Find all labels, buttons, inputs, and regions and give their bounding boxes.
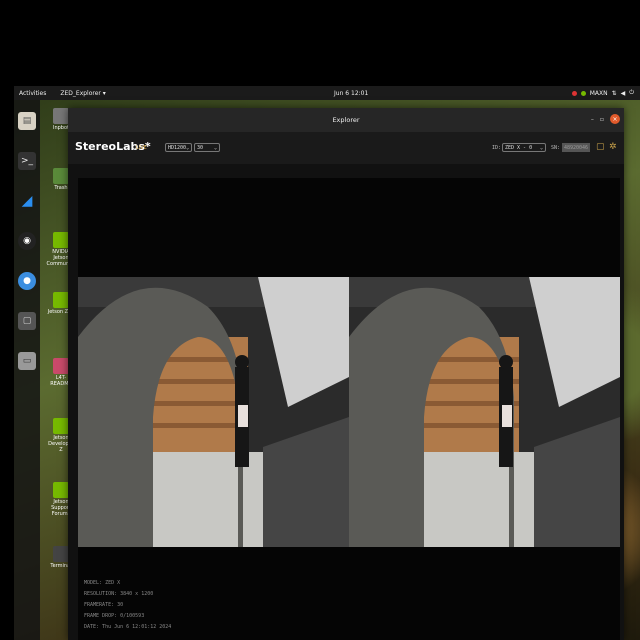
- serial-number-field: 48920046: [562, 143, 590, 152]
- nvidia-status-icon[interactable]: [571, 90, 577, 96]
- title-bar[interactable]: Explorer – ▫ ×: [68, 108, 624, 132]
- nvidia-icon: [53, 482, 69, 498]
- activities-button[interactable]: Activities: [19, 90, 46, 97]
- power-mode-label[interactable]: MAXN: [590, 90, 608, 97]
- terminal-icon: [53, 546, 69, 562]
- chromium-icon[interactable]: ●: [18, 272, 36, 290]
- minimize-icon[interactable]: –: [591, 116, 594, 123]
- info-resolution: RESOLUTION: 3840 x 1200: [84, 591, 154, 597]
- chevron-down-icon: ⌄: [186, 144, 190, 151]
- info-framerate: FRAMERATE: 30: [84, 602, 124, 608]
- volume-icon[interactable]: ◀: [621, 90, 626, 97]
- chevron-down-icon: ⌄: [539, 144, 543, 151]
- nvidia-icon: [53, 418, 69, 434]
- dock: ▤ >_ ◢ ◉ ● ▢ ▭: [14, 100, 40, 640]
- app-menu[interactable]: ZED_Explorer ▾: [60, 90, 105, 97]
- power-icon[interactable]: ⏻: [629, 89, 634, 97]
- camera-value: ZED X - 0: [505, 144, 533, 151]
- video-viewer[interactable]: MODEL: ZED X RESOLUTION: 3840 x 1200 FRA…: [78, 178, 620, 640]
- resolution-select[interactable]: HD1200 ⌄: [165, 143, 192, 152]
- folder-icon: [53, 358, 69, 374]
- trash-icon: [53, 168, 69, 184]
- drive-icon[interactable]: ▭: [18, 352, 36, 370]
- fps-select[interactable]: 30 ⌄: [194, 143, 220, 152]
- left-camera-image: [78, 277, 349, 547]
- explorer-window: Explorer – ▫ × StereoLabs* LIVE HD1200 ⌄…: [68, 108, 624, 640]
- toolbar: StereoLabs* LIVE HD1200 ⌄ 30 ⌄ ID: ZED X…: [68, 132, 624, 164]
- app-icon[interactable]: ▢: [18, 312, 36, 330]
- clock[interactable]: Jun 6 12:01: [334, 90, 368, 97]
- obs-icon[interactable]: ◉: [18, 232, 36, 250]
- info-date: DATE: Thu Jun 6 12:01:12 2024: [84, 624, 172, 630]
- id-label: ID:: [492, 145, 502, 151]
- info-frame-drop: FRAME DROP: 0/100593: [84, 613, 145, 619]
- power-mode-icon[interactable]: [580, 90, 586, 96]
- live-label[interactable]: LIVE: [136, 145, 147, 151]
- system-tray[interactable]: MAXN ⇅ ◀ ⏻: [571, 89, 634, 97]
- terminal-icon[interactable]: >_: [18, 152, 36, 170]
- stereo-view: [78, 277, 620, 547]
- files-icon[interactable]: ▤: [18, 112, 36, 130]
- chevron-down-icon: ⌄: [213, 144, 217, 151]
- vscode-icon[interactable]: ◢: [18, 192, 36, 210]
- sn-label: SN:: [551, 145, 561, 151]
- fps-value: 30: [197, 144, 204, 151]
- window-title: Explorer: [332, 116, 360, 124]
- nvidia-icon: [53, 292, 69, 308]
- gear-icon: [53, 108, 69, 124]
- camera-info: MODEL: ZED X RESOLUTION: 3840 x 1200 FRA…: [84, 578, 171, 633]
- resolution-value: HD1200: [168, 144, 187, 151]
- info-model: MODEL: ZED X: [84, 580, 121, 586]
- right-camera-image: [349, 277, 620, 547]
- network-icon[interactable]: ⇅: [612, 90, 617, 97]
- top-bar: Activities ZED_Explorer ▾ Jun 6 12:01 MA…: [14, 86, 640, 100]
- camera-select[interactable]: ZED X - 0 ⌄: [502, 143, 546, 152]
- record-icon[interactable]: ▢: [596, 142, 606, 152]
- gear-icon[interactable]: ✲: [609, 142, 619, 152]
- nvidia-icon: [53, 232, 69, 248]
- desktop: Activities ZED_Explorer ▾ Jun 6 12:01 MA…: [14, 86, 640, 640]
- close-icon[interactable]: ×: [610, 114, 620, 124]
- maximize-icon[interactable]: ▫: [600, 116, 604, 123]
